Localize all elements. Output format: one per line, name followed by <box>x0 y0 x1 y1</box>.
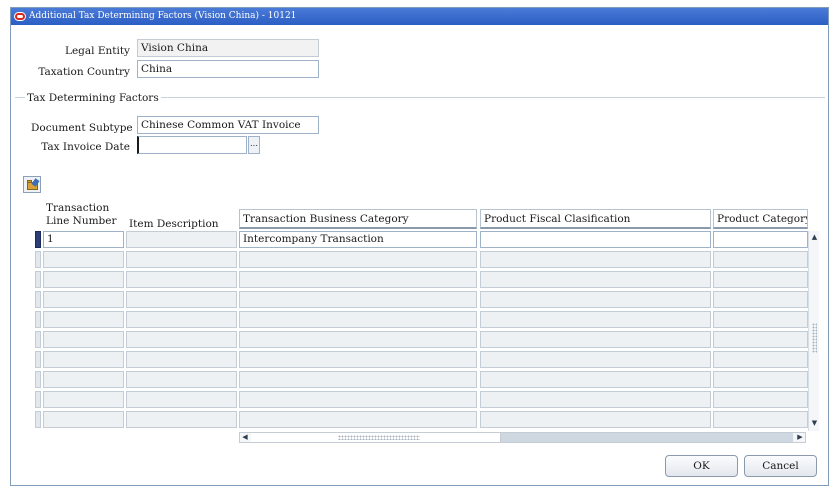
cell-item-description[interactable] <box>126 231 237 248</box>
row-indicator[interactable] <box>35 271 41 288</box>
cell-business-category[interactable] <box>239 371 477 388</box>
tax-invoice-date-label: Tax Invoice Date <box>41 141 130 153</box>
cell-line-number[interactable] <box>43 391 124 408</box>
col-header-product-category[interactable]: Product Category <box>713 209 808 229</box>
row-indicator[interactable] <box>35 331 41 348</box>
cell-business-category[interactable] <box>239 391 477 408</box>
folder-tools-button[interactable] <box>23 176 41 193</box>
row-indicator[interactable] <box>35 391 41 408</box>
cell-product-fiscal[interactable] <box>480 331 711 348</box>
cell-product-fiscal[interactable] <box>480 311 711 328</box>
taxation-country-field[interactable]: China <box>137 60 319 78</box>
cell-product-fiscal[interactable] <box>480 371 711 388</box>
cell-product-category[interactable] <box>713 251 808 268</box>
title-bar: Additional Tax Determining Factors (Visi… <box>11 8 828 25</box>
cell-item-description[interactable] <box>126 351 237 368</box>
scroll-track[interactable] <box>501 433 793 442</box>
cell-business-category[interactable] <box>239 271 477 288</box>
ok-button[interactable]: OK <box>665 455 738 477</box>
cell-item-description[interactable] <box>126 411 237 428</box>
scroll-up-icon[interactable]: ▲ <box>810 233 819 242</box>
dialog-window: Additional Tax Determining Factors (Visi… <box>10 7 829 486</box>
cell-item-description[interactable] <box>126 331 237 348</box>
cell-line-number[interactable] <box>43 251 124 268</box>
cell-item-description[interactable] <box>126 391 237 408</box>
col-header-item-description: Item Description <box>129 218 219 230</box>
row-indicator[interactable] <box>35 231 41 248</box>
cell-line-number[interactable] <box>43 371 124 388</box>
cell-product-category[interactable] <box>713 291 808 308</box>
scroll-grip-icon <box>812 323 817 353</box>
cell-product-fiscal[interactable] <box>480 231 711 248</box>
col-header-business-category[interactable]: Transaction Business Category <box>239 209 477 229</box>
document-subtype-label: Document Subtype <box>31 122 133 134</box>
cell-line-number[interactable]: 1 <box>43 231 124 248</box>
scroll-down-icon[interactable]: ▼ <box>810 419 819 428</box>
row-indicator[interactable] <box>35 411 41 428</box>
cell-business-category[interactable] <box>239 291 477 308</box>
cell-line-number[interactable] <box>43 291 124 308</box>
cell-business-category[interactable] <box>239 311 477 328</box>
cell-product-category[interactable] <box>713 331 808 348</box>
vertical-scrollbar[interactable]: ▲ ▼ <box>808 231 819 431</box>
cell-product-fiscal[interactable] <box>480 351 711 368</box>
cell-product-category[interactable] <box>713 391 808 408</box>
tax-invoice-date-field[interactable] <box>137 136 247 154</box>
section-title: Tax Determining Factors <box>25 92 161 104</box>
row-indicator[interactable] <box>35 291 41 308</box>
cell-item-description[interactable] <box>126 271 237 288</box>
cell-line-number[interactable] <box>43 331 124 348</box>
cell-product-category[interactable] <box>713 271 808 288</box>
cell-line-number[interactable] <box>43 271 124 288</box>
row-indicator[interactable] <box>35 351 41 368</box>
cell-product-category[interactable] <box>713 311 808 328</box>
col-header-product-fiscal[interactable]: Product Fiscal Clasification <box>480 209 711 229</box>
row-indicator[interactable] <box>35 311 41 328</box>
cell-item-description[interactable] <box>126 291 237 308</box>
cell-product-category[interactable] <box>713 411 808 428</box>
cell-product-category[interactable] <box>713 371 808 388</box>
horizontal-scrollbar[interactable]: ◀ ▶ <box>239 432 806 443</box>
scroll-right-icon[interactable]: ▶ <box>795 433 805 442</box>
cell-product-category[interactable] <box>713 231 808 248</box>
cancel-button[interactable]: Cancel <box>744 455 817 477</box>
col-header-line-number-2: Line Number <box>46 215 117 227</box>
cell-line-number[interactable] <box>43 411 124 428</box>
cell-product-fiscal[interactable] <box>480 271 711 288</box>
cell-item-description[interactable] <box>126 251 237 268</box>
cell-line-number[interactable] <box>43 311 124 328</box>
document-subtype-field[interactable]: Chinese Common VAT Invoice <box>137 116 319 134</box>
cell-line-number[interactable] <box>43 351 124 368</box>
cell-item-description[interactable] <box>126 371 237 388</box>
cell-business-category[interactable] <box>239 351 477 368</box>
legal-entity-label: Legal Entity <box>64 45 130 57</box>
cell-product-fiscal[interactable] <box>480 411 711 428</box>
cell-product-fiscal[interactable] <box>480 251 711 268</box>
date-picker-button[interactable]: … <box>248 136 260 154</box>
oracle-logo-icon <box>14 12 26 21</box>
cell-product-fiscal[interactable] <box>480 391 711 408</box>
legal-entity-field[interactable]: Vision China <box>137 39 319 57</box>
cell-product-category[interactable] <box>713 351 808 368</box>
scroll-left-icon[interactable]: ◀ <box>240 433 250 442</box>
col-header-line-number: Transaction Line Number <box>46 202 117 228</box>
taxation-country-label: Taxation Country <box>38 66 130 78</box>
cell-business-category[interactable] <box>239 411 477 428</box>
cell-product-fiscal[interactable] <box>480 291 711 308</box>
col-header-line-number-1: Transaction <box>46 202 110 214</box>
cell-item-description[interactable] <box>126 311 237 328</box>
scroll-thumb-grip-icon <box>338 435 420 440</box>
cell-business-category[interactable] <box>239 331 477 348</box>
row-indicator[interactable] <box>35 251 41 268</box>
row-indicator[interactable] <box>35 371 41 388</box>
cell-business-category[interactable]: Intercompany Transaction <box>239 231 477 248</box>
window-title: Additional Tax Determining Factors (Visi… <box>29 11 297 21</box>
cell-business-category[interactable] <box>239 251 477 268</box>
